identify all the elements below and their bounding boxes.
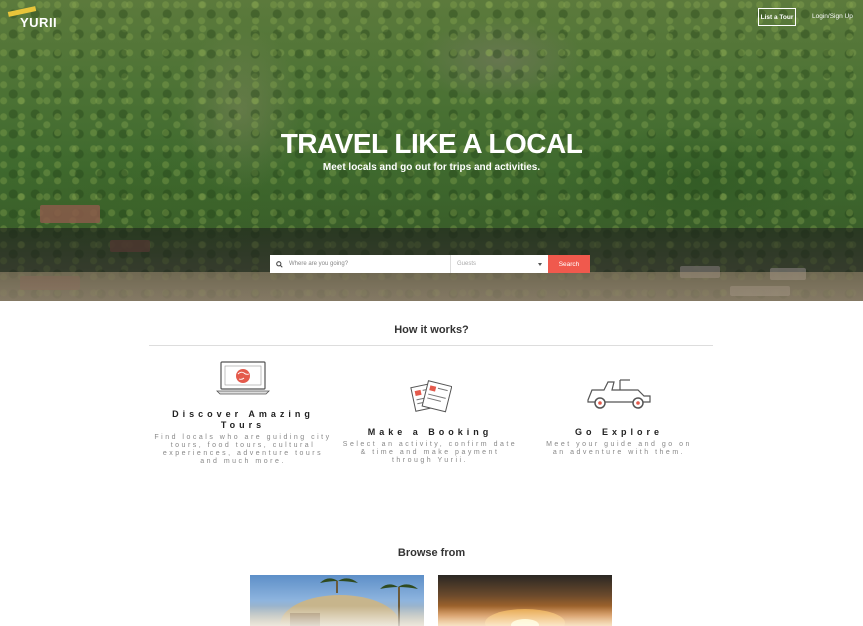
step-title: Discover Amazing Tours [172,409,314,430]
logo-text: YURII [20,15,58,30]
step-description: Meet your guide and go on an adventure w… [546,441,692,456]
hero-title: TRAVEL LIKE A LOCAL [280,128,583,159]
step-title: Make a Booking [367,427,493,437]
step-description: Select an activity, confirm date & time … [342,441,518,464]
step-title: Go Explore [574,427,663,437]
bottom-fade [0,606,863,626]
step-description: Find locals who are guiding city tours, … [154,434,332,465]
jeep-icon [587,379,651,409]
how-it-works-title: How it works? [394,324,469,336]
search-icon [276,260,283,268]
laptop-globe-icon [216,361,270,395]
guests-placeholder: Guests [457,261,477,267]
guests-select[interactable]: Guests [450,255,548,273]
list-a-tour-button[interactable]: List a Tour [758,8,796,26]
step-booking: Make a Booking Select an activity, confi… [342,427,518,465]
yurii-logo[interactable]: YURII [7,6,57,30]
login-signup-link[interactable]: Login/Sign Up [812,13,853,20]
search-button[interactable]: Search [548,255,590,273]
step-explore: Go Explore Meet your guide and go on an … [545,427,693,457]
browse-from-title: Browse from [397,547,466,559]
hero-building [40,205,100,223]
step-discover: Discover Amazing Tours Find locals who a… [153,409,333,466]
destination-search-input[interactable]: Where are you going? [270,255,450,273]
booking-tickets-icon [410,380,452,413]
chevron-down-icon [538,262,542,266]
search-bar: Where are you going? Guests Search [270,255,590,273]
destination-placeholder: Where are you going? [289,261,349,267]
hero-subtitle: Meet locals and go out for trips and act… [322,162,541,173]
hero-beach [0,272,863,301]
section-divider [149,345,713,346]
